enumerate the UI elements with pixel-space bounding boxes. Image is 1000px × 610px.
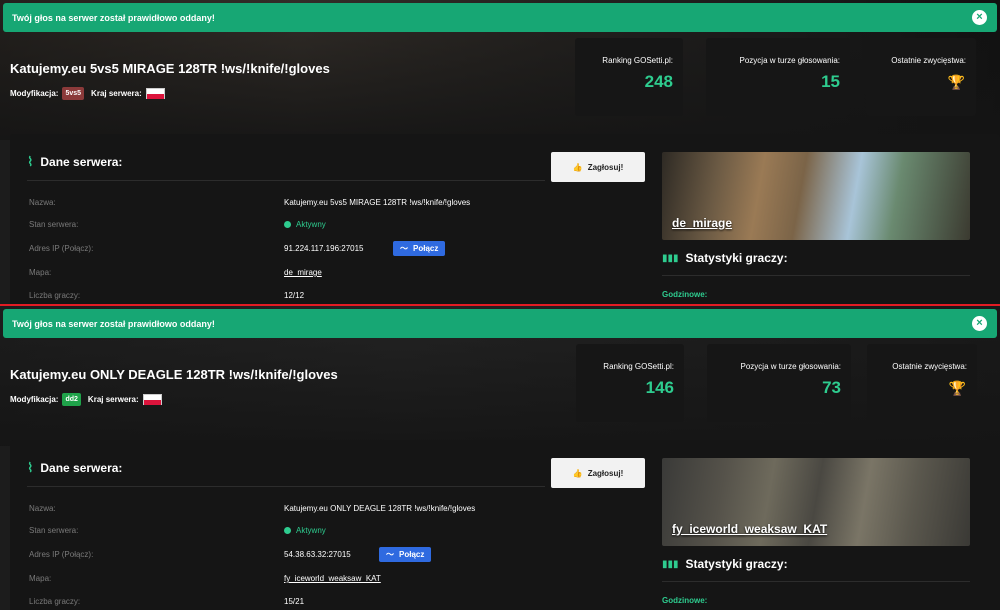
server-panel-1: Twój głos na serwer został prawidłowo od… bbox=[0, 0, 1000, 304]
connect-label: Połącz bbox=[413, 244, 439, 253]
row-label-map: Mapa: bbox=[29, 268, 52, 277]
row-value-ip: 91.224.117.196:27015 bbox=[284, 244, 364, 253]
mod-label: Modyfikacja: bbox=[10, 89, 59, 98]
stat-label: Pozycja w turze głosowania: bbox=[740, 362, 842, 371]
row-value-name: Katujemy.eu 5vs5 MIRAGE 128TR !ws/!knife… bbox=[284, 198, 471, 207]
country-label: Kraj serwera: bbox=[91, 89, 142, 98]
row-label-players: Liczba graczy: bbox=[29, 597, 81, 606]
mod-label: Modyfikacja: bbox=[10, 395, 59, 404]
status-dot-icon bbox=[284, 527, 291, 534]
stat-ranking: Ranking GOSetti.pl: 248 bbox=[575, 38, 683, 116]
vote-label: Zagłosuj! bbox=[587, 162, 624, 172]
pulse-icon: ⌇ bbox=[27, 460, 34, 475]
server-meta: Modyfikacja: 5vs5 Kraj serwera: bbox=[10, 87, 165, 100]
server-data-card: ⌇ Dane serwera: 👍 Zagłosuj! Nazwa: Katuje… bbox=[10, 134, 1000, 304]
server-title: Katujemy.eu 5vs5 MIRAGE 128TR !ws/!knife… bbox=[10, 61, 330, 76]
server-meta: Modyfikacja: dd2 Kraj serwera: bbox=[10, 393, 162, 406]
connect-icon: 〜 bbox=[400, 244, 408, 253]
row-value-status: Aktywny bbox=[284, 526, 326, 535]
player-stats-heading: ▮▮▮ Statystyki graczy: bbox=[662, 557, 788, 571]
status-text: Aktywny bbox=[296, 220, 326, 229]
server-title: Katujemy.eu ONLY DEAGLE 128TR !ws/!knife… bbox=[10, 367, 338, 382]
thumbs-up-icon: 👍 bbox=[572, 468, 583, 478]
divider-line bbox=[27, 180, 545, 181]
vote-button[interactable]: 👍 Zagłosuj! bbox=[551, 152, 645, 182]
map-thumbnail[interactable]: de_mirage bbox=[662, 152, 970, 240]
server-data-card: ⌇ Dane serwera: 👍 Zagłosuj! Nazwa: Katuje… bbox=[10, 440, 1000, 610]
server-panel-2: Twój głos na serwer został prawidłowo od… bbox=[0, 306, 1000, 610]
close-icon[interactable]: × bbox=[972, 316, 987, 331]
row-value-map-link[interactable]: fy_iceworld_weaksaw_KAT bbox=[284, 574, 381, 583]
row-label-name: Nazwa: bbox=[29, 504, 56, 513]
row-label-ip: Adres IP (Połącz): bbox=[29, 244, 94, 253]
map-name-link[interactable]: de_mirage bbox=[672, 216, 732, 230]
bar-chart-icon: ▮▮▮ bbox=[662, 252, 679, 264]
mod-badge: dd2 bbox=[62, 393, 81, 406]
stat-label: Ranking GOSetti.pl: bbox=[602, 56, 673, 65]
player-stats-title: Statystyki graczy: bbox=[685, 251, 788, 265]
poland-flag-icon bbox=[142, 394, 162, 405]
stat-voting-position: Pozycja w turze głosowania: 15 bbox=[706, 38, 850, 116]
stat-label: Ostatnie zwycięstwa: bbox=[892, 362, 967, 371]
row-label-map: Mapa: bbox=[29, 574, 52, 583]
row-value-map-link[interactable]: de_mirage bbox=[284, 268, 322, 277]
thumbs-up-icon: 👍 bbox=[572, 162, 583, 172]
stat-label: Ostatnie zwycięstwa: bbox=[891, 56, 966, 65]
map-name-link[interactable]: fy_iceworld_weaksaw_KAT bbox=[672, 522, 827, 536]
stat-ranking: Ranking GOSetti.pl: 146 bbox=[576, 344, 684, 422]
row-label-status: Stan serwera: bbox=[29, 526, 79, 535]
row-label-players: Liczba graczy: bbox=[29, 291, 81, 300]
notice-text: Twój głos na serwer został prawidłowo od… bbox=[12, 12, 215, 23]
stat-label: Ranking GOSetti.pl: bbox=[603, 362, 674, 371]
row-value-status: Aktywny bbox=[284, 220, 326, 229]
country-label: Kraj serwera: bbox=[87, 395, 139, 404]
row-value-players: 15/21 bbox=[284, 597, 305, 606]
divider-line bbox=[662, 275, 970, 276]
mod-badge: 5vs5 bbox=[62, 87, 85, 100]
pulse-icon: ⌇ bbox=[27, 154, 34, 169]
stat-value: 146 bbox=[645, 378, 674, 397]
vote-button[interactable]: 👍 Zagłosuj! bbox=[551, 458, 645, 488]
notice-text: Twój głos na serwer został prawidłowo od… bbox=[12, 318, 215, 329]
map-thumbnail[interactable]: fy_iceworld_weaksaw_KAT bbox=[662, 458, 970, 546]
stat-value: 248 bbox=[644, 72, 673, 91]
divider-line bbox=[27, 486, 545, 487]
success-notice: Twój głos na serwer został prawidłowo od… bbox=[3, 3, 997, 32]
success-notice: Twój głos na serwer został prawidłowo od… bbox=[3, 309, 997, 338]
row-label-ip: Adres IP (Połącz): bbox=[29, 550, 94, 559]
stat-last-wins: Ostatnie zwycięstwa: 🏆 bbox=[866, 38, 976, 116]
divider-line bbox=[662, 581, 970, 582]
server-data-heading: ⌇ Dane serwera: bbox=[27, 460, 122, 476]
status-dot-icon bbox=[284, 221, 291, 228]
row-value-ip: 54.38.63.32:27015 bbox=[284, 550, 351, 559]
poland-flag-icon bbox=[145, 88, 165, 99]
connect-icon: 〜 bbox=[386, 550, 394, 559]
hourly-label: Godzinowe: bbox=[662, 596, 708, 605]
connect-button[interactable]: 〜 Połącz bbox=[393, 241, 446, 256]
trophy-icon: 🏆 bbox=[947, 74, 965, 90]
stat-value: 73 bbox=[822, 378, 841, 397]
stat-voting-position: Pozycja w turze głosowania: 73 bbox=[707, 344, 851, 422]
hourly-label: Godzinowe: bbox=[662, 290, 708, 299]
stat-label: Pozycja w turze głosowania: bbox=[739, 56, 841, 65]
row-label-name: Nazwa: bbox=[29, 198, 56, 207]
close-icon[interactable]: × bbox=[972, 10, 987, 25]
trophy-icon: 🏆 bbox=[948, 380, 966, 396]
row-label-status: Stan serwera: bbox=[29, 220, 79, 229]
section-title: Dane serwera: bbox=[40, 461, 123, 475]
connect-label: Połącz bbox=[399, 550, 425, 559]
vote-label: Zagłosuj! bbox=[587, 468, 624, 478]
stat-value: 15 bbox=[821, 72, 840, 91]
row-value-players: 12/12 bbox=[284, 291, 305, 300]
player-stats-heading: ▮▮▮ Statystyki graczy: bbox=[662, 251, 788, 265]
section-title: Dane serwera: bbox=[40, 155, 123, 169]
row-value-name: Katujemy.eu ONLY DEAGLE 128TR !ws/!knife… bbox=[284, 504, 476, 513]
connect-button[interactable]: 〜 Połącz bbox=[379, 547, 432, 562]
stat-last-wins: Ostatnie zwycięstwa: 🏆 bbox=[867, 344, 977, 422]
bar-chart-icon: ▮▮▮ bbox=[662, 558, 679, 570]
status-text: Aktywny bbox=[296, 526, 326, 535]
player-stats-title: Statystyki graczy: bbox=[685, 557, 788, 571]
server-data-heading: ⌇ Dane serwera: bbox=[27, 154, 122, 170]
